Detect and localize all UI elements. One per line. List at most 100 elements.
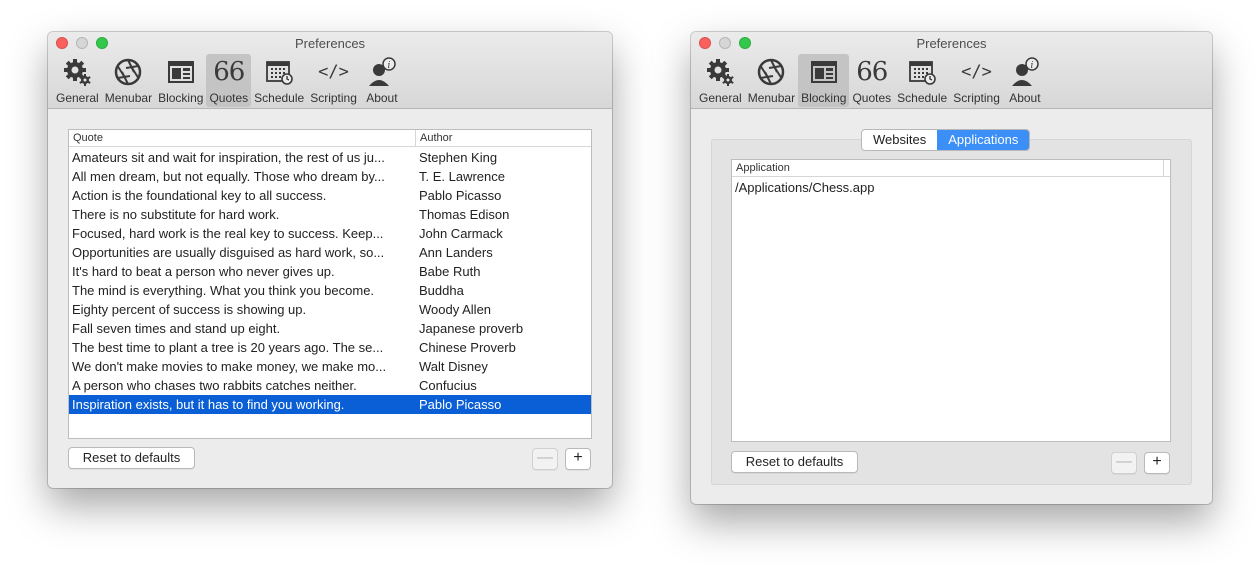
- quote-cell: A person who chases two rabbits catches …: [72, 378, 357, 393]
- author-cell: Confucius: [419, 378, 477, 393]
- column-header-author[interactable]: Author: [416, 130, 591, 146]
- author-cell: Japanese proverb: [419, 321, 524, 336]
- quote-cell: All men dream, but not equally. Those wh…: [72, 169, 385, 184]
- table-header: Application: [732, 160, 1170, 177]
- quote-cell: Fall seven times and stand up eight.: [72, 321, 281, 336]
- table-row[interactable]: The best time to plant a tree is 20 year…: [69, 338, 591, 357]
- reset-to-defaults-button[interactable]: Reset to defaults: [68, 447, 195, 469]
- calendar-clock-icon: [906, 56, 938, 88]
- quote-cell: We don't make movies to make money, we m…: [72, 359, 387, 374]
- table-row[interactable]: Eighty percent of success is showing up.…: [69, 300, 591, 319]
- author-cell: Pablo Picasso: [419, 188, 502, 203]
- column-header-application[interactable]: Application: [732, 160, 1164, 176]
- author-cell: Babe Ruth: [419, 264, 481, 279]
- toolbar-label: Schedule: [897, 91, 948, 105]
- calendar-clock-icon: [263, 56, 295, 88]
- author-cell: Woody Allen: [419, 302, 492, 317]
- toolbar-label: General: [56, 91, 99, 105]
- reset-to-defaults-button[interactable]: Reset to defaults: [731, 451, 858, 473]
- table-row[interactable]: A person who chases two rabbits catches …: [69, 376, 591, 395]
- author-cell: Thomas Edison: [419, 207, 510, 222]
- quotes-table[interactable]: Quote Author Amateurs sit and wait for i…: [68, 129, 592, 439]
- quote-cell: Action is the foundational key to all su…: [72, 188, 327, 203]
- toolbar-label: Quotes: [209, 91, 249, 105]
- table-row[interactable]: Amateurs sit and wait for inspiration, t…: [69, 148, 591, 167]
- toolbar-label: About: [1009, 91, 1041, 105]
- toolbar-general[interactable]: General: [53, 54, 102, 107]
- author-cell: Pablo Picasso: [419, 397, 502, 412]
- add-button[interactable]: +: [1144, 452, 1170, 474]
- toolbar-label: About: [366, 91, 398, 105]
- preferences-toolbar: General Menubar Blocking 66 Quotes Schedule </…: [696, 54, 1047, 107]
- table-row[interactable]: Fall seven times and stand up eight. Japa…: [69, 319, 591, 338]
- table-row[interactable]: There is no substitute for hard work. Tho…: [69, 205, 591, 224]
- toolbar-label: Blocking: [801, 91, 847, 105]
- gear-icon: [704, 56, 736, 88]
- toolbar-about[interactable]: i About: [1003, 54, 1047, 107]
- table-row[interactable]: Inspiration exists, but it has to find y…: [69, 395, 591, 414]
- column-header-quote[interactable]: Quote: [69, 130, 416, 146]
- browser-window-icon: [165, 56, 197, 88]
- toolbar-scripting[interactable]: </> Scripting: [950, 54, 1003, 107]
- author-cell: Walt Disney: [419, 359, 488, 374]
- toolbar-menubar[interactable]: Menubar: [745, 54, 798, 107]
- table-row[interactable]: Opportunities are usually disguised as h…: [69, 243, 591, 262]
- toolbar-schedule[interactable]: Schedule: [894, 54, 950, 107]
- toolbar-label: Blocking: [158, 91, 204, 105]
- quote-cell: Inspiration exists, but it has to find y…: [72, 397, 345, 412]
- table-row[interactable]: All men dream, but not equally. Those wh…: [69, 167, 591, 186]
- toolbar-quotes[interactable]: 66 Quotes: [206, 54, 252, 107]
- toolbar-schedule[interactable]: Schedule: [251, 54, 307, 107]
- author-cell: Chinese Proverb: [419, 340, 516, 355]
- segment-applications[interactable]: Applications: [937, 130, 1030, 150]
- column-header-spacer: [1164, 160, 1170, 176]
- quote-66-icon: 66: [856, 57, 888, 87]
- quote-cell: The best time to plant a tree is 20 year…: [72, 340, 384, 355]
- author-cell: Buddha: [419, 283, 464, 298]
- table-row[interactable]: It's hard to beat a person who never giv…: [69, 262, 591, 281]
- table-row[interactable]: The mind is everything. What you think y…: [69, 281, 591, 300]
- preferences-toolbar: General Menubar Blocking 66 Quotes Schedule </…: [53, 54, 404, 107]
- add-button[interactable]: +: [565, 448, 591, 470]
- toolbar-quotes[interactable]: 66 Quotes: [849, 54, 894, 107]
- person-info-icon: i: [1009, 56, 1041, 88]
- toolbar-general[interactable]: General: [696, 54, 745, 107]
- remove-button[interactable]: —: [532, 448, 558, 470]
- toolbar-label: General: [699, 91, 742, 105]
- quotes-preferences-window: Preferences General Menubar Blocking 66 Quot…: [48, 32, 612, 488]
- toolbar-label: Scripting: [310, 91, 357, 105]
- quote-cell: The mind is everything. What you think y…: [72, 283, 375, 298]
- toolbar-scripting[interactable]: </> Scripting: [307, 54, 360, 107]
- quote-cell: Amateurs sit and wait for inspiration, t…: [72, 150, 385, 165]
- browser-window-icon: [808, 56, 840, 88]
- remove-button[interactable]: —: [1111, 452, 1137, 474]
- table-row[interactable]: Action is the foundational key to all su…: [69, 186, 591, 205]
- author-cell: John Carmack: [419, 226, 503, 241]
- application-path-cell: /Applications/Chess.app: [735, 180, 875, 195]
- quote-cell: There is no substitute for hard work.: [72, 207, 280, 222]
- toolbar-blocking[interactable]: Blocking: [155, 54, 206, 107]
- table-body: /Applications/Chess.app: [732, 177, 1170, 197]
- table-row[interactable]: We don't make movies to make money, we m…: [69, 357, 591, 376]
- toolbar-label: Menubar: [104, 91, 153, 105]
- applications-table[interactable]: Application /Applications/Chess.app: [731, 159, 1171, 442]
- window-title: Preferences: [916, 36, 987, 51]
- quote-cell: Eighty percent of success is showing up.: [72, 302, 307, 317]
- toolbar-label: Scripting: [953, 91, 1000, 105]
- author-cell: Stephen King: [419, 150, 498, 165]
- table-row[interactable]: Focused, hard work is the real key to su…: [69, 224, 591, 243]
- svg-text:i: i: [387, 61, 390, 71]
- person-info-icon: i: [366, 56, 398, 88]
- titlebar: Preferences General Menubar Blocking 66 Quot…: [691, 32, 1212, 109]
- toolbar-blocking[interactable]: Blocking: [798, 54, 850, 107]
- toolbar-label: Quotes: [852, 91, 892, 105]
- toolbar-label: Schedule: [254, 91, 305, 105]
- toolbar-about[interactable]: i About: [360, 54, 404, 107]
- toolbar-menubar[interactable]: Menubar: [102, 54, 155, 107]
- segment-websites[interactable]: Websites: [862, 130, 937, 150]
- author-cell: T. E. Lawrence: [419, 169, 505, 184]
- svg-text:i: i: [1030, 61, 1033, 71]
- table-row[interactable]: /Applications/Chess.app: [732, 178, 1170, 197]
- window-title: Preferences: [294, 36, 366, 51]
- quote-cell: Focused, hard work is the real key to su…: [72, 226, 384, 241]
